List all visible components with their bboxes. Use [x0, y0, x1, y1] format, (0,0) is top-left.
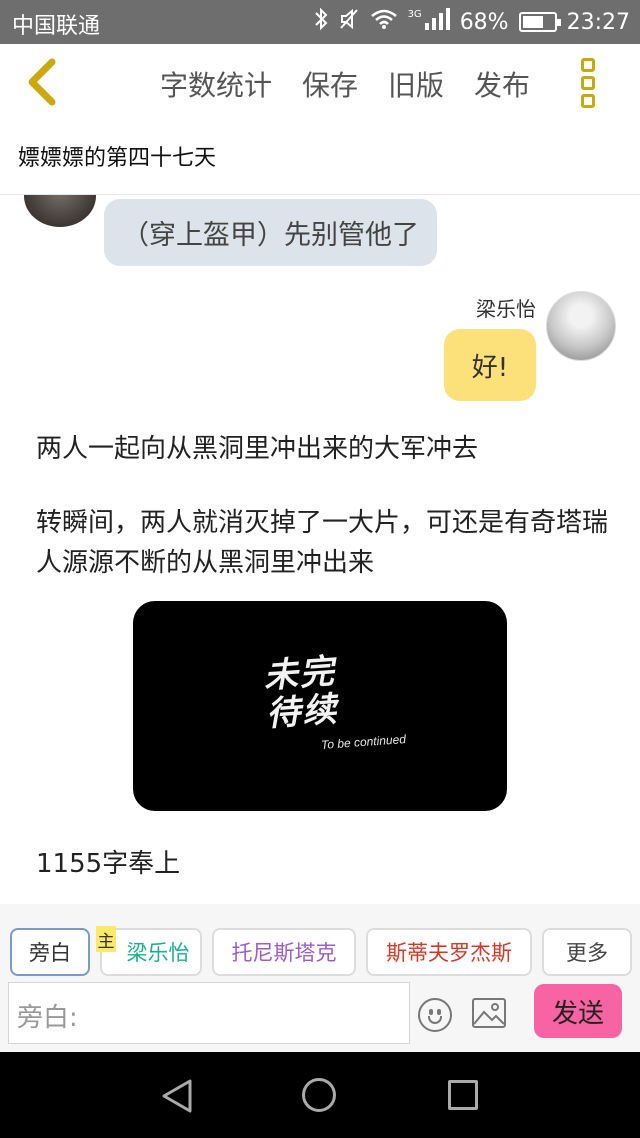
bluetooth-icon	[314, 7, 328, 37]
narration-text[interactable]: 两人一起向从黑洞里冲出来的大军冲去	[36, 429, 616, 469]
more-characters-button[interactable]: 更多	[542, 928, 632, 976]
narration-text[interactable]: 转瞬间，两人就消灭掉了一大片，可还是有奇塔瑞人源源不断的从黑洞里冲出来	[36, 503, 616, 583]
character-chip-2[interactable]: 托尼斯塔克	[212, 928, 356, 976]
composer: 旁白: 发送	[0, 978, 640, 1052]
chat-bubble-right[interactable]: 好!	[444, 329, 536, 401]
nav-back-icon[interactable]	[160, 1078, 194, 1118]
battery-percent: 68%	[459, 9, 509, 35]
back-chevron-icon[interactable]	[20, 56, 64, 108]
wifi-icon	[370, 8, 398, 36]
clock: 23:27	[566, 9, 630, 35]
chat-bubble-left[interactable]: （穿上盔甲）先别管他了	[104, 199, 437, 266]
avatar[interactable]	[546, 291, 616, 361]
image-subtitle: To be continued	[320, 732, 407, 752]
signal-icon	[424, 7, 450, 37]
story-content[interactable]: （穿上盔甲）先别管他了 梁乐怡 好! 两人一起向从黑洞里冲出来的大军冲去 转瞬间…	[0, 195, 640, 903]
character-chip-3[interactable]: 斯蒂夫罗杰斯	[366, 928, 532, 976]
character-selector: 旁白 梁乐怡 主 托尼斯塔克 斯蒂夫罗杰斯 更多	[0, 904, 640, 978]
publish-button[interactable]: 发布	[474, 64, 530, 104]
narrator-chip[interactable]: 旁白	[10, 928, 90, 976]
speaker-name: 梁乐怡	[476, 297, 536, 321]
message-input[interactable]: 旁白:	[8, 982, 410, 1044]
word-count-note[interactable]: 1155字奉上	[36, 843, 180, 880]
toolbar: 字数统计 保存 旧版 发布	[0, 44, 640, 124]
image-title: 未完 待续	[262, 651, 340, 735]
save-button[interactable]: 保存	[302, 64, 358, 104]
carrier-label: 中国联通	[12, 14, 101, 39]
document-title: 嫖嫖嫖的第四十七天	[18, 146, 217, 171]
network-type: 3G	[407, 8, 422, 20]
emoji-icon[interactable]	[418, 998, 452, 1032]
mute-icon	[338, 7, 360, 37]
more-menu-icon[interactable]	[578, 58, 598, 108]
nav-home-icon[interactable]	[302, 1078, 336, 1112]
send-button[interactable]: 发送	[534, 984, 622, 1038]
avatar[interactable]	[24, 195, 96, 227]
battery-icon	[518, 12, 561, 32]
status-bar: 中国联通 3G 68% 23:27	[0, 0, 640, 44]
main-character-badge: 主	[96, 926, 116, 952]
status-icons: 3G 68% 23:27	[314, 6, 630, 38]
image-icon[interactable]	[472, 998, 506, 1028]
old-version-button[interactable]: 旧版	[388, 64, 444, 104]
to-be-continued-image[interactable]: 未完 待续 To be continued	[133, 601, 507, 811]
toolbar-menu: 字数统计 保存 旧版 发布	[160, 64, 530, 104]
nav-recent-icon[interactable]	[448, 1080, 478, 1110]
word-count-button[interactable]: 字数统计	[160, 64, 272, 104]
system-nav-bar	[0, 1052, 640, 1138]
